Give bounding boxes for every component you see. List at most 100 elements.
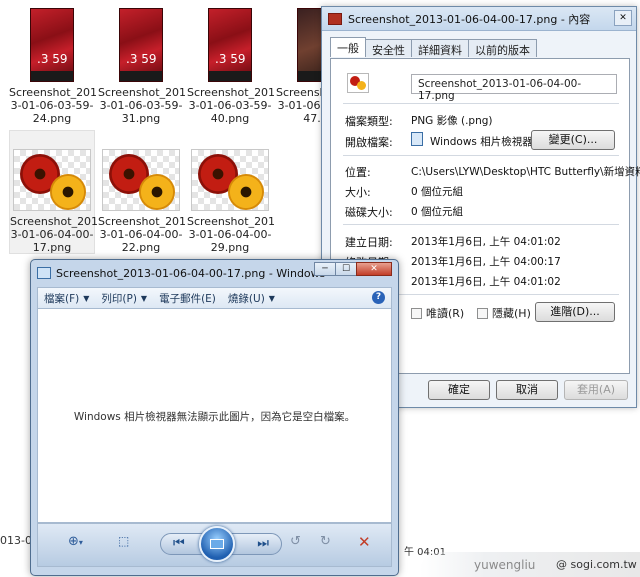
next-icon[interactable]: ⏭ — [257, 536, 269, 551]
tab-details[interactable]: 詳細資料 — [411, 39, 469, 57]
menu-burn[interactable]: 燒錄(U) ▼ — [228, 291, 275, 306]
tab-previous-versions[interactable]: 以前的版本 — [468, 39, 537, 57]
yellow-flower-icon — [228, 174, 264, 210]
image-file-icon — [328, 12, 342, 25]
actual-size-icon[interactable]: ⬚ — [118, 534, 129, 548]
menu-label: 檔案(F) — [44, 292, 80, 305]
apply-button[interactable]: 套用(A) — [564, 380, 628, 400]
rotate-left-icon[interactable]: ↺ — [290, 534, 301, 549]
viewer-image-area: Windows 相片檢視器無法顯示此圖片，因為它是空白檔案。 — [37, 309, 392, 523]
properties-tabs: 一般 安全性 詳細資料 以前的版本 — [330, 37, 537, 57]
viewer-toolbar: ⊕▾ ⬚ ⏮ ⏭ ↺ ↻ ✕ — [37, 523, 392, 567]
maximize-icon[interactable]: ☐ — [335, 262, 357, 276]
file-item[interactable]: .3 59 Screenshot_201 3-01-06-03-59- 24.p… — [9, 6, 98, 125]
yellow-flower-icon — [50, 174, 86, 210]
change-button[interactable]: 變更(C)... — [531, 130, 615, 150]
created-value: 2013年1月6日, 上午 04:01:02 — [411, 236, 561, 248]
tab-security[interactable]: 安全性 — [365, 39, 412, 57]
tab-general[interactable]: 一般 — [330, 37, 366, 57]
photo-viewer-window: Screenshot_2013-01-06-04-00-17.png - Win… — [30, 259, 399, 576]
yellow-flower-icon — [139, 174, 175, 210]
file-item[interactable]: Screenshot_201 3-01-06-04-00- 22.png — [98, 131, 187, 254]
accessed-value: 2013年1月6日, 上午 04:01:02 — [411, 276, 561, 288]
chevron-down-icon: ▼ — [140, 293, 148, 303]
file-name: Screenshot_201 3-01-06-04-00- 22.png — [98, 215, 187, 254]
file-type-icon — [347, 73, 369, 93]
empty-file-message: Windows 相片檢視器無法顯示此圖片，因為它是空白檔案。 — [73, 411, 356, 423]
thumbnail-clock: .3 59 — [37, 52, 68, 66]
close-icon[interactable]: ✕ — [356, 262, 392, 276]
properties-title: Screenshot_2013-01-06-04-00-17.png - 內容 — [348, 12, 591, 26]
file-item[interactable]: .3 59 Screenshot_201 3-01-06-03-59- 31.p… — [98, 6, 187, 125]
viewer-title: Screenshot_2013-01-06-04-00-17.png - Win… — [56, 266, 326, 280]
thumbnail-clock: .3 59 — [126, 52, 157, 66]
file-name: Screenshot_201 3-01-06-03-59- 40.png — [187, 86, 276, 125]
ok-button[interactable]: 確定 — [428, 380, 490, 400]
thumbnail-dock — [120, 71, 162, 81]
zoom-icon[interactable]: ⊕▾ — [68, 534, 83, 549]
divider — [343, 155, 619, 156]
watermark-site: @ sogi.com.tw — [556, 558, 637, 571]
created-label: 建立日期: — [345, 236, 393, 249]
file-name: Screenshot_201 3-01-06-03-59- 31.png — [98, 86, 187, 125]
readonly-checkbox[interactable]: 唯讀(R) — [411, 305, 464, 321]
advanced-button[interactable]: 進階(D)... — [535, 302, 615, 322]
file-name: Screenshot_201 3-01-06-04-00- 29.png — [187, 215, 276, 254]
hidden-label: 隱藏(H) — [492, 307, 531, 320]
photo-viewer-icon — [411, 132, 423, 146]
properties-titlebar[interactable]: Screenshot_2013-01-06-04-00-17.png - 內容 … — [322, 7, 636, 31]
file-thumbnail: .3 59 — [208, 8, 252, 82]
size-label: 大小: — [345, 186, 371, 199]
file-item-selected[interactable]: Screenshot_201 3-01-06-04-00- 17.png — [9, 130, 99, 254]
location-label: 位置: — [345, 166, 371, 179]
chevron-down-icon: ▼ — [83, 293, 90, 303]
file-item[interactable]: .3 59 Screenshot_201 3-01-06-03-59- 40.p… — [187, 6, 276, 125]
file-item[interactable]: Screenshot_201 3-01-06-04-00- 29.png — [187, 131, 276, 254]
divider — [343, 224, 619, 225]
help-icon[interactable]: ? — [372, 291, 385, 304]
checkbox-box — [411, 307, 422, 319]
delete-icon[interactable]: ✕ — [358, 533, 371, 551]
thumbnail-dock — [209, 71, 251, 81]
checkbox-box — [477, 307, 488, 319]
size-value: 0 個位元組 — [411, 186, 464, 198]
opens-with-label: 開啟檔案: — [345, 136, 393, 149]
thumbnail-dock — [31, 71, 73, 81]
disk-size-label: 磁碟大小: — [345, 206, 393, 219]
viewer-menubar: 檔案(F) ▼ 列印(P) ▼ 電子郵件(E) 燒錄(U) ▼ ? — [37, 287, 392, 309]
opens-with-value: Windows 相片檢視器 — [430, 136, 533, 148]
hidden-checkbox[interactable]: 隱藏(H) — [477, 305, 531, 321]
previous-icon[interactable]: ⏮ — [173, 536, 185, 551]
cancel-button[interactable]: 取消 — [496, 380, 558, 400]
thumbnail-clock: .3 59 — [215, 52, 246, 66]
window-controls: ✕ — [614, 10, 632, 26]
photo-viewer-icon — [37, 267, 51, 279]
filename-input[interactable]: Screenshot_2013-01-06-04-00-17.png — [411, 74, 617, 102]
menu-label: 列印(P) — [101, 292, 137, 305]
location-value: C:\Users\LYW\Desktop\HTC Butterfly\新增資料夾 — [411, 166, 640, 178]
divider — [343, 103, 619, 104]
file-thumbnail — [191, 149, 269, 211]
file-thumbnail: .3 59 — [119, 8, 163, 82]
slideshow-icon — [210, 539, 224, 549]
menu-file[interactable]: 檔案(F) ▼ — [44, 291, 89, 306]
chevron-down-icon: ▼ — [268, 293, 275, 303]
file-name: Screenshot_201 3-01-06-03-59- 24.png — [9, 86, 98, 125]
disk-size-value: 0 個位元組 — [411, 206, 464, 218]
file-thumbnail — [13, 149, 91, 211]
slideshow-button[interactable] — [199, 526, 235, 562]
menu-label: 電子郵件(E) — [159, 292, 216, 305]
file-thumbnail: .3 59 — [30, 8, 74, 82]
type-label: 檔案類型: — [345, 115, 393, 128]
close-icon[interactable]: ✕ — [614, 10, 632, 26]
file-name: Screenshot_201 3-01-06-04-00- 17.png — [10, 215, 99, 254]
minimize-icon[interactable]: ─ — [314, 262, 336, 276]
type-value: PNG 影像 (.png) — [411, 115, 493, 127]
menu-print[interactable]: 列印(P) ▼ — [101, 291, 147, 306]
file-thumbnail — [102, 149, 180, 211]
menu-label: 燒錄(U) — [227, 292, 265, 305]
watermark-user: yuwengliu — [474, 558, 536, 572]
window-controls: ─ ☐ ✕ — [314, 262, 392, 276]
rotate-right-icon[interactable]: ↻ — [320, 534, 331, 549]
menu-email[interactable]: 電子郵件(E) — [159, 291, 216, 306]
